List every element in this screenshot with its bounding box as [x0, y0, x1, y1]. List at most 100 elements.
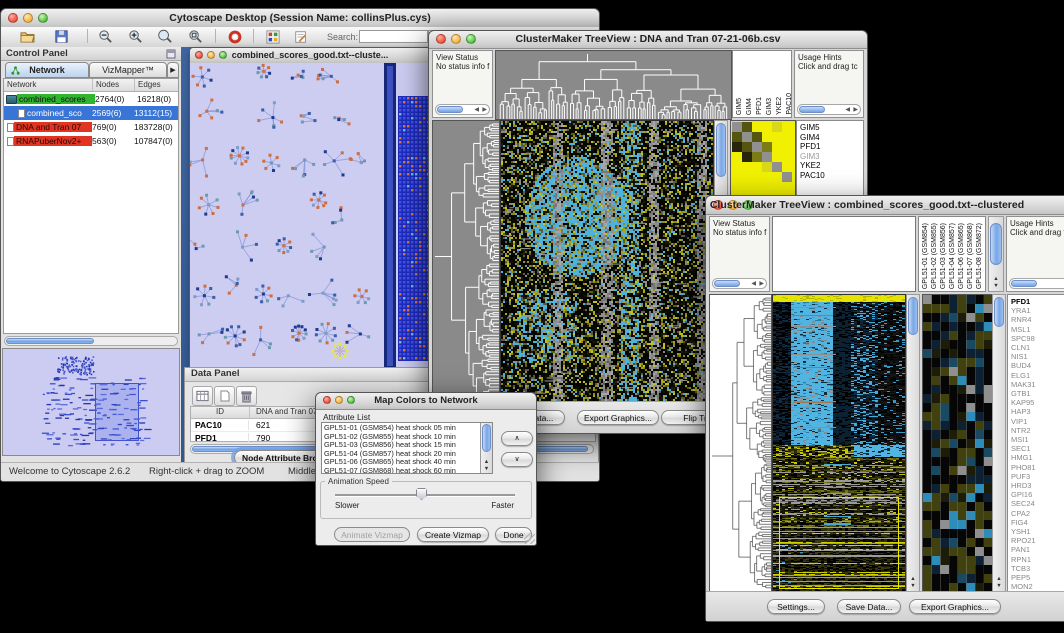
heatmap-global-canvas[interactable]: [500, 120, 714, 402]
gene-label[interactable]: PEP5: [1011, 573, 1064, 582]
gene-label[interactable]: HMG1: [1011, 453, 1064, 462]
treeview1-titlebar[interactable]: ClusterMaker TreeView : DNA and Tran 07-…: [429, 31, 867, 49]
float-panel-icon[interactable]: [166, 49, 176, 59]
scrollbar-thumb[interactable]: [482, 424, 491, 452]
gene-label[interactable]: MAK31: [1011, 380, 1064, 389]
gene-label[interactable]: FIG4: [1011, 518, 1064, 527]
tab-vizmapper[interactable]: VizMapper™: [89, 62, 167, 78]
save-data-button[interactable]: Save Data...: [837, 599, 901, 614]
gene-label[interactable]: MSL1: [1011, 325, 1064, 334]
zoom-selected-button[interactable]: [183, 28, 207, 45]
gene-label[interactable]: TCB3: [1011, 564, 1064, 573]
network-list-hscrollbar[interactable]: [4, 336, 178, 346]
scrollbar-thumb[interactable]: [908, 297, 918, 335]
gene-label[interactable]: GIM5: [800, 123, 863, 133]
usage-hints-scrollbar[interactable]: ◀ ▶: [1009, 278, 1064, 289]
row-dendrogram-canvas[interactable]: [432, 120, 500, 402]
gene-label[interactable]: BUD4: [1011, 361, 1064, 370]
heatmap-zoom-canvas[interactable]: [922, 294, 993, 592]
scroll-down-icon[interactable]: ▼: [481, 466, 492, 472]
gene-label[interactable]: PFD1: [1011, 297, 1064, 306]
scroll-up-icon[interactable]: ▲: [907, 576, 919, 582]
heatmap-global-canvas[interactable]: [772, 294, 906, 592]
scroll-down-icon[interactable]: ▼: [989, 283, 1003, 289]
dialog-titlebar[interactable]: Map Colors to Network: [316, 393, 536, 410]
gene-label[interactable]: PFD1: [800, 142, 863, 152]
create-vizmap-button[interactable]: Create Vizmap: [417, 527, 489, 542]
gene-label[interactable]: PHO81: [1011, 463, 1064, 472]
zoom-fit-button[interactable]: [153, 28, 177, 45]
attribute-list-vscrollbar[interactable]: ▲ ▼: [480, 423, 492, 473]
attribute-list-item[interactable]: GPL51-07 (GSM868) heat shock 60 min: [324, 467, 478, 475]
scrollbar-thumb[interactable]: [990, 223, 1002, 265]
gene-label[interactable]: SPC98: [1011, 334, 1064, 343]
gene-label[interactable]: MSI1: [1011, 435, 1064, 444]
scroll-right-icon[interactable]: ▶: [853, 106, 858, 114]
network-row[interactable]: combined_sco 2569(6) 13112(15): [4, 106, 178, 120]
column-labels-vscrollbar[interactable]: ▲ ▼: [988, 216, 1004, 292]
row-dendrogram-canvas[interactable]: [709, 294, 772, 592]
export-graphics-button[interactable]: Export Graphics...: [909, 599, 1001, 614]
gene-label[interactable]: PUF3: [1011, 472, 1064, 481]
gene-label[interactable]: RPO21: [1011, 536, 1064, 545]
gene-label[interactable]: CLN1: [1011, 343, 1064, 352]
view-status-scrollbar[interactable]: ◀ ▶: [435, 104, 490, 115]
delete-attribute-button[interactable]: [236, 386, 257, 406]
network-view-canvas[interactable]: [190, 63, 430, 369]
gene-label[interactable]: GIM3: [800, 152, 863, 162]
scroll-down-icon[interactable]: ▼: [993, 583, 1005, 589]
open-session-button[interactable]: [15, 28, 39, 45]
gene-label[interactable]: PAN1: [1011, 545, 1064, 554]
zoom-in-button[interactable]: [123, 28, 147, 45]
usage-hints-scrollbar[interactable]: ◀ ▶: [797, 104, 861, 115]
gene-label[interactable]: GPI16: [1011, 490, 1064, 499]
scroll-left-icon[interactable]: ◀: [751, 280, 756, 288]
network-overview-canvas[interactable]: [3, 349, 179, 455]
gene-label[interactable]: HRD3: [1011, 481, 1064, 490]
gene-label[interactable]: VIP1: [1011, 417, 1064, 426]
scroll-up-icon[interactable]: ▲: [989, 276, 1003, 282]
network-table-header[interactable]: Network Nodes Edges: [4, 79, 178, 92]
scroll-right-icon[interactable]: ▶: [759, 280, 764, 288]
gene-label[interactable]: SEC24: [1011, 499, 1064, 508]
move-down-button[interactable]: ∨: [501, 452, 533, 467]
settings-button[interactable]: Settings...: [767, 599, 825, 614]
scrollbar-thumb[interactable]: [1011, 280, 1037, 287]
scroll-down-icon[interactable]: ▼: [907, 583, 919, 589]
data-table-button[interactable]: [192, 386, 213, 406]
scroll-up-icon[interactable]: ▲: [993, 576, 1005, 582]
scroll-right-icon[interactable]: ▶: [482, 106, 487, 114]
col-id[interactable]: ID: [191, 407, 250, 418]
gene-label[interactable]: SEC1: [1011, 444, 1064, 453]
resize-grip[interactable]: [524, 533, 535, 544]
network-row[interactable]: combined_scores 2764(0) 16218(0): [4, 92, 178, 106]
export-graphics-button[interactable]: Export Graphics...: [577, 410, 659, 425]
gene-label[interactable]: CPA2: [1011, 509, 1064, 518]
scrollbar-thumb[interactable]: [714, 280, 740, 287]
gene-label[interactable]: GIM4: [800, 133, 863, 143]
network-list-hscrollbar-thumb[interactable]: [6, 338, 94, 344]
treeview2-titlebar[interactable]: ClusterMaker TreeView : combined_scores_…: [706, 196, 1064, 215]
gene-label[interactable]: NTR2: [1011, 426, 1064, 435]
scroll-left-icon[interactable]: ◀: [474, 106, 479, 114]
zoom-out-button[interactable]: [93, 28, 117, 45]
column-dendrogram-canvas[interactable]: [495, 50, 732, 120]
attribute-list[interactable]: GPL51-01 (GSM854) heat shock 05 minGPL51…: [321, 422, 493, 474]
col-nodes[interactable]: Nodes: [93, 79, 135, 91]
col-edges[interactable]: Edges: [135, 79, 178, 91]
scrollbar-thumb[interactable]: [716, 123, 726, 177]
view-status-scrollbar[interactable]: ◀ ▶: [712, 278, 767, 289]
vizmapper-button[interactable]: [261, 28, 285, 45]
zoom-vscrollbar[interactable]: ▲ ▼: [992, 294, 1006, 592]
help-button[interactable]: [223, 28, 247, 45]
scrollbar-thumb[interactable]: [799, 106, 825, 113]
network-row[interactable]: RNAPuberNov2+ 563(0) 107847(0): [4, 134, 178, 148]
scrollbar-thumb[interactable]: [994, 297, 1004, 327]
gene-label[interactable]: NIS1: [1011, 352, 1064, 361]
scrollbar-thumb[interactable]: [437, 106, 463, 113]
scroll-left-icon[interactable]: ◀: [845, 106, 850, 114]
gene-label[interactable]: ELG1: [1011, 371, 1064, 380]
save-session-button[interactable]: [49, 28, 73, 45]
gene-label[interactable]: KAP95: [1011, 398, 1064, 407]
gene-label[interactable]: PAC10: [800, 171, 863, 181]
